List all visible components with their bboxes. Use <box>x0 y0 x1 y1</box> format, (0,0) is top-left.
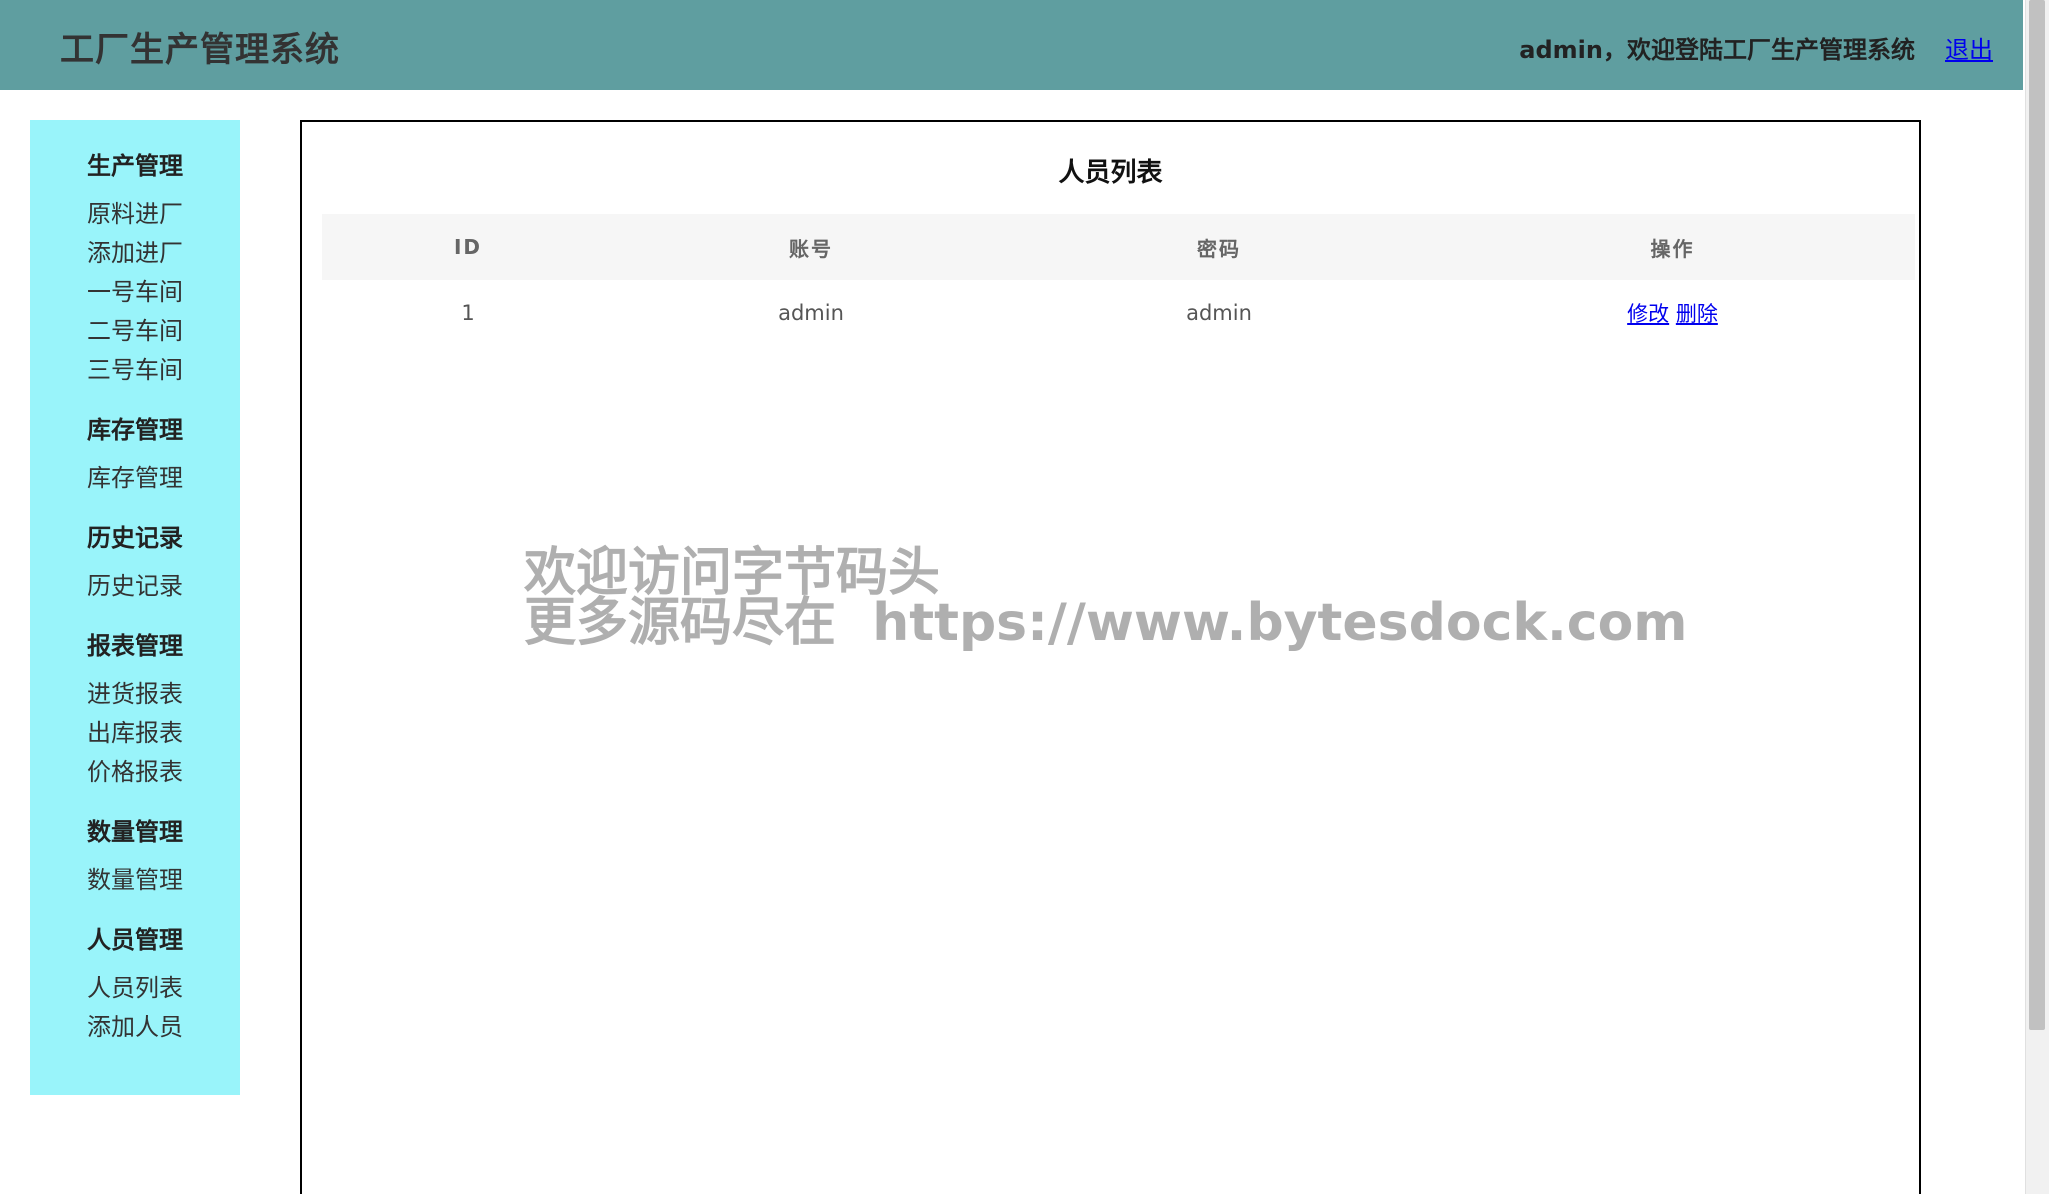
cell-actions: 修改 删除 <box>1430 280 1915 346</box>
sidebar-item-raw-material-in[interactable]: 原料进厂 <box>30 195 240 234</box>
column-header-account: 账号 <box>614 214 1008 280</box>
sidebar-heading-inventory: 库存管理 <box>87 416 183 444</box>
sidebar-group-personnel: 人员管理 人员列表 添加人员 <box>30 920 240 1047</box>
table-row: 1 admin admin 修改 删除 <box>322 280 1915 346</box>
content-panel: 人员列表 ID 账号 密码 操作 1 admin admin 修改 删除 <box>300 120 1921 1194</box>
logout-link[interactable]: 退出 <box>1945 30 1993 65</box>
sidebar-item-purchase-report[interactable]: 进货报表 <box>30 675 240 714</box>
sidebar-item-add-personnel[interactable]: 添加人员 <box>30 1008 240 1047</box>
sidebar-item-workshop-2[interactable]: 二号车间 <box>30 312 240 351</box>
sidebar-group-production: 生产管理 原料进厂 添加进厂 一号车间 二号车间 三号车间 <box>30 146 240 390</box>
sidebar-item-price-report[interactable]: 价格报表 <box>30 753 240 792</box>
vertical-scrollbar[interactable] <box>2025 0 2049 1194</box>
sidebar-item-add-material-in[interactable]: 添加进厂 <box>30 234 240 273</box>
page-title: 人员列表 <box>1058 158 1163 188</box>
sidebar: 生产管理 原料进厂 添加进厂 一号车间 二号车间 三号车间 库存管理 库存管理 … <box>30 120 240 1095</box>
sidebar-item-quantity[interactable]: 数量管理 <box>30 861 240 900</box>
sidebar-item-workshop-3[interactable]: 三号车间 <box>30 351 240 390</box>
sidebar-heading-reports: 报表管理 <box>87 632 183 660</box>
cell-password: admin <box>1186 301 1252 325</box>
sidebar-heading-quantity: 数量管理 <box>87 818 183 846</box>
app-title: 工厂生产管理系统 <box>60 30 340 70</box>
welcome-message: admin，欢迎登陆工厂生产管理系统 <box>1519 36 1915 64</box>
sidebar-heading-personnel: 人员管理 <box>87 926 183 954</box>
sidebar-heading-production: 生产管理 <box>87 152 183 180</box>
sidebar-group-history: 历史记录 历史记录 <box>30 518 240 606</box>
sidebar-group-inventory: 库存管理 库存管理 <box>30 410 240 498</box>
edit-link[interactable]: 修改 <box>1627 302 1669 326</box>
scrollbar-thumb[interactable] <box>2029 0 2045 1030</box>
sidebar-item-history[interactable]: 历史记录 <box>30 567 240 606</box>
cell-id: 1 <box>461 301 475 325</box>
sidebar-heading-history: 历史记录 <box>87 524 183 552</box>
delete-link[interactable]: 删除 <box>1676 302 1718 326</box>
sidebar-group-reports: 报表管理 进货报表 出库报表 价格报表 <box>30 626 240 792</box>
table-header-row: ID 账号 密码 操作 <box>322 214 1915 280</box>
top-header: 工厂生产管理系统 admin，欢迎登陆工厂生产管理系统 退出 <box>0 0 2023 90</box>
sidebar-item-personnel-list[interactable]: 人员列表 <box>30 969 240 1008</box>
column-header-id: ID <box>322 214 614 280</box>
column-header-password: 密码 <box>1008 214 1430 280</box>
cell-account: admin <box>778 301 844 325</box>
sidebar-item-workshop-1[interactable]: 一号车间 <box>30 273 240 312</box>
personnel-table: ID 账号 密码 操作 1 admin admin 修改 删除 <box>322 214 1915 346</box>
sidebar-item-outbound-report[interactable]: 出库报表 <box>30 714 240 753</box>
sidebar-item-inventory[interactable]: 库存管理 <box>30 459 240 498</box>
sidebar-group-quantity: 数量管理 数量管理 <box>30 812 240 900</box>
column-header-actions: 操作 <box>1430 214 1915 280</box>
